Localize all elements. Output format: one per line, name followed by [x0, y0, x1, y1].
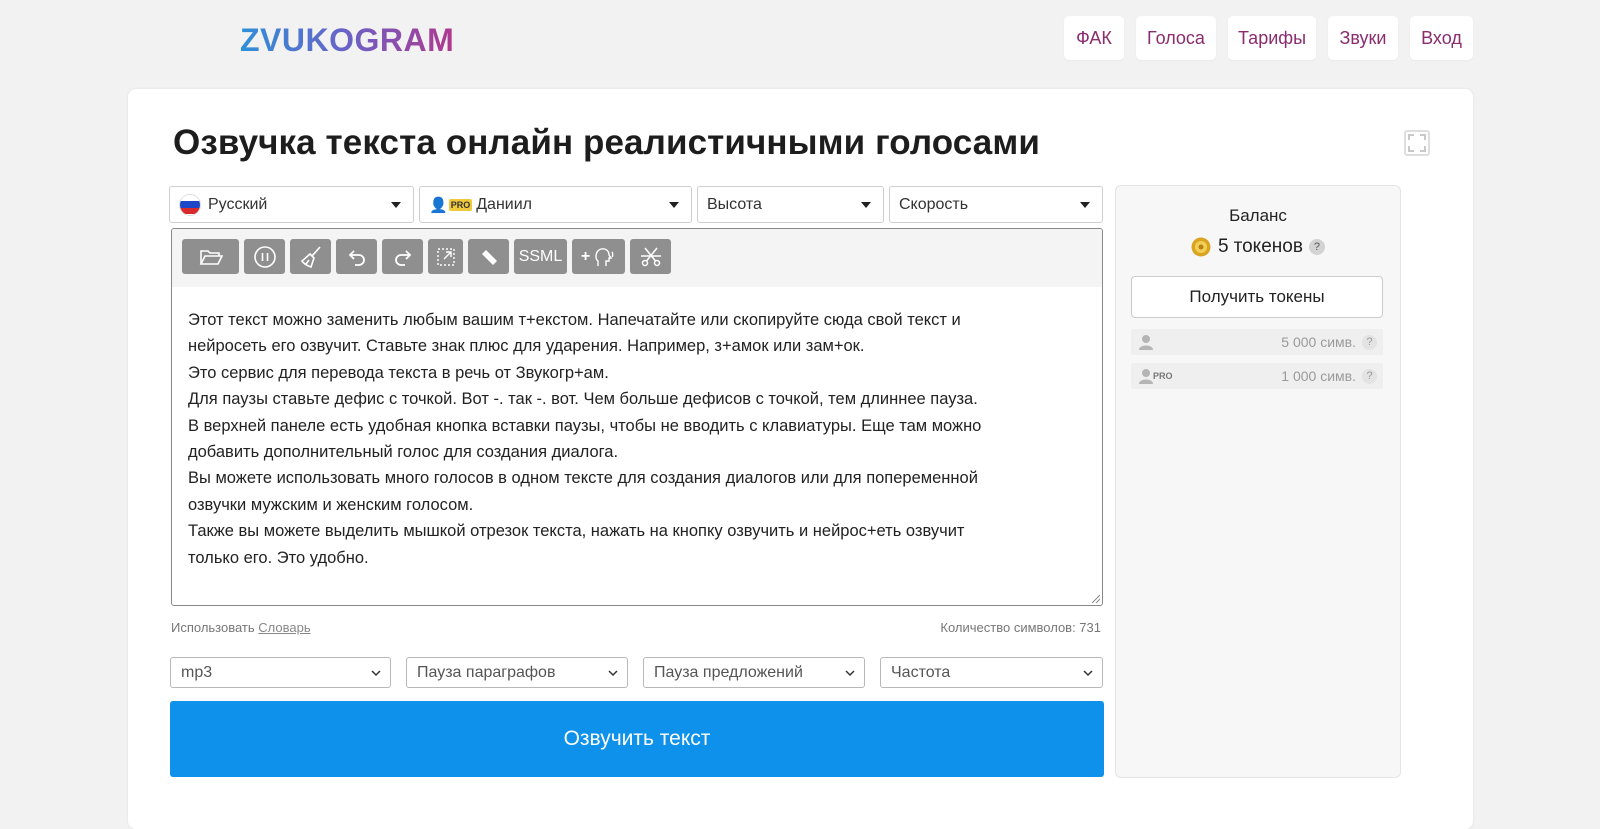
nav-login[interactable]: Вход: [1410, 16, 1473, 60]
chevron-down-icon: [608, 670, 618, 677]
editor-toolbar: SSML +: [172, 229, 1102, 287]
language-value: Русский: [208, 195, 268, 213]
add-voice-label: +: [580, 247, 591, 265]
clear-text-button[interactable]: [290, 239, 331, 274]
plan-help-icon[interactable]: ?: [1362, 368, 1377, 384]
editor-textarea[interactable]: Этот текст можно заменить любым вашим т+…: [172, 287, 1102, 571]
sentence-pause-select[interactable]: Пауза предложений: [643, 657, 865, 688]
caret-down-icon: [669, 202, 679, 208]
dictionary-link[interactable]: Словарь: [258, 620, 310, 635]
format-value: mp3: [181, 663, 213, 681]
balance-amount-row: 5 токенов ?: [1116, 236, 1400, 258]
user-icon: [1139, 335, 1153, 350]
balance-title: Баланс: [1229, 206, 1287, 225]
language-select[interactable]: Русский: [169, 186, 414, 223]
sound-wave-logo-icon: [132, 14, 238, 66]
speak-text-button[interactable]: Озвучить текст: [170, 701, 1104, 777]
redo-icon: [394, 249, 411, 266]
main-card: Озвучка текста онлайн реалистичными голо…: [128, 89, 1473, 829]
voice-value: Даниил: [476, 195, 532, 213]
nav-voices[interactable]: Голоса: [1136, 16, 1216, 60]
top-nav: ФАК Голоса Тарифы Звуки Вход: [1064, 16, 1473, 60]
frequency-value: Частота: [891, 663, 951, 681]
stress-mark-button[interactable]: [468, 239, 509, 274]
text-editor[interactable]: SSML + Этот текст можно заменить любым в…: [171, 228, 1103, 606]
balance-amount: 5: [1218, 236, 1229, 257]
folder-icon: [199, 249, 223, 265]
balance-panel: Баланс 5 токенов ? Получить токены 5 000…: [1115, 185, 1401, 778]
nav-pricing[interactable]: Тарифы: [1228, 16, 1316, 60]
nav-faq[interactable]: ФАК: [1064, 16, 1124, 60]
select-icon: [436, 247, 455, 266]
undo-icon: [348, 249, 365, 266]
paragraph-pause-value: Пауза параграфов: [417, 663, 556, 681]
pitch-value: Высота: [707, 195, 762, 213]
speed-value: Скорость: [899, 195, 969, 213]
format-select[interactable]: mp3: [170, 657, 391, 688]
chevron-down-icon: [371, 670, 381, 677]
insert-pause-button[interactable]: [244, 239, 285, 274]
ssml-button[interactable]: SSML: [514, 239, 567, 274]
plan-pro-badge: PRO: [1153, 371, 1173, 381]
frequency-select[interactable]: Частота: [880, 657, 1103, 688]
get-tokens-button[interactable]: Получить токены: [1131, 276, 1383, 318]
plan-row-pro: PRO 1 000 симв. ?: [1131, 363, 1383, 389]
plan-chars: 1 000 симв.: [1281, 368, 1356, 384]
nav-sounds[interactable]: Звуки: [1328, 16, 1398, 60]
logo-text: ZVUKOGRAM: [240, 21, 455, 58]
scissors-icon: [640, 247, 661, 266]
speaking-head-icon: [595, 247, 614, 266]
redo-button[interactable]: [382, 239, 423, 274]
page-title: Озвучка текста онлайн реалистичными голо…: [173, 123, 1040, 162]
balance-help-icon[interactable]: ?: [1308, 239, 1325, 255]
voice-select[interactable]: 👤 PRO Даниил: [419, 186, 692, 223]
coin-icon: [1191, 237, 1211, 257]
open-file-button[interactable]: [182, 239, 239, 274]
pause-icon: [253, 245, 276, 268]
fullscreen-icon[interactable]: [1404, 130, 1430, 156]
caret-down-icon: [391, 202, 401, 208]
speed-select[interactable]: Скорость: [889, 186, 1103, 223]
balance-unit: токенов: [1233, 236, 1303, 257]
sentence-pause-value: Пауза предложений: [654, 663, 803, 681]
broom-icon: [300, 245, 321, 268]
paragraph-pause-select[interactable]: Пауза параграфов: [406, 657, 628, 688]
eraser-icon: [481, 249, 497, 265]
dictionary-prefix: Использовать: [171, 620, 255, 635]
ssml-label: SSML: [518, 247, 563, 265]
dictionary-row: Использовать Словарь: [171, 620, 311, 635]
chevron-down-icon: [1083, 670, 1093, 677]
logo[interactable]: ZVUKOGRAM: [132, 14, 454, 66]
select-all-button[interactable]: [428, 239, 463, 274]
plan-help-icon[interactable]: ?: [1362, 334, 1377, 350]
plan-row-standard: 5 000 симв. ?: [1131, 329, 1383, 355]
russia-flag-icon: [179, 193, 201, 216]
pitch-select[interactable]: Высота: [697, 186, 884, 223]
chevron-down-icon: [845, 670, 855, 677]
caret-down-icon: [1080, 202, 1090, 208]
add-voice-button[interactable]: +: [572, 239, 625, 274]
plan-chars: 5 000 симв.: [1281, 334, 1356, 350]
undo-button[interactable]: [336, 239, 377, 274]
pro-badge: PRO: [448, 198, 473, 211]
cut-tool-button[interactable]: [630, 239, 671, 274]
caret-down-icon: [861, 202, 871, 208]
resize-handle-icon[interactable]: [1090, 593, 1100, 603]
char-count: Количество символов: 731: [940, 620, 1101, 635]
user-icon: 👤: [429, 196, 448, 214]
